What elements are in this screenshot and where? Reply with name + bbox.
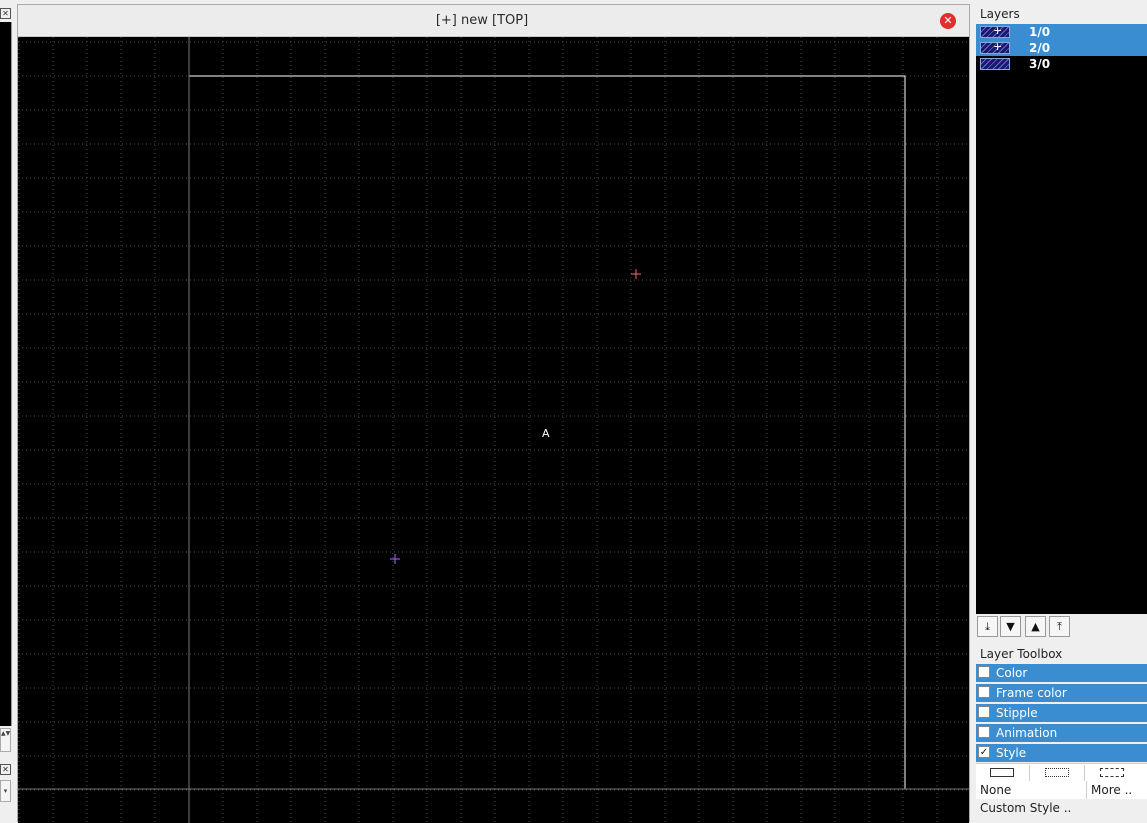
layout-canvas[interactable]: A bbox=[18, 37, 969, 823]
custom-style-button[interactable]: Custom Style .. bbox=[980, 801, 1071, 815]
canvas-drawing: A bbox=[18, 37, 969, 823]
chevron-down-icon[interactable]: ▾ bbox=[0, 780, 11, 802]
move-to-top-button[interactable]: ⤒ bbox=[1049, 616, 1070, 637]
left-dock-strip: ✕ ▲▼ ✕ ▾ bbox=[0, 0, 17, 822]
section-label: Color bbox=[996, 666, 1028, 680]
left-dock-panel bbox=[0, 22, 12, 726]
red-marker-icon bbox=[631, 269, 641, 279]
view-tab-bar: [+] new [TOP] ✕ bbox=[18, 5, 969, 37]
grid bbox=[18, 37, 969, 823]
checkbox[interactable] bbox=[978, 706, 990, 718]
section-label: Animation bbox=[996, 726, 1058, 740]
solid-frame-option[interactable] bbox=[976, 765, 1030, 781]
toolbox-section-animation[interactable]: Animation bbox=[976, 724, 1147, 742]
section-label: Style bbox=[996, 746, 1027, 760]
layers-panel-title: Layers bbox=[980, 7, 1020, 21]
toolbox-section-color[interactable]: Color bbox=[976, 664, 1147, 682]
dashed-frame-option[interactable] bbox=[1086, 765, 1140, 781]
frame-style-picker bbox=[976, 763, 1147, 782]
right-dock-panel: Layers + 1/0 + 2/0 3/0 ⤓ ▼ ▲ ⤒ Layer Too… bbox=[976, 4, 1147, 822]
layer-pattern-icon: + bbox=[980, 24, 1010, 38]
checkmark-icon[interactable]: ✓ bbox=[978, 746, 990, 758]
close-tab-icon[interactable]: ✕ bbox=[940, 13, 956, 29]
layer-row[interactable]: + 2/0 bbox=[976, 40, 1147, 56]
spinbox-arrows-icon[interactable]: ▲▼ bbox=[0, 728, 11, 752]
move-down-button[interactable]: ▼ bbox=[1000, 616, 1021, 637]
layer-toolbox-title: Layer Toolbox bbox=[980, 647, 1063, 661]
close-icon[interactable]: ✕ bbox=[0, 764, 11, 775]
dotted-frame-option[interactable] bbox=[1031, 765, 1085, 781]
layer-pattern-icon bbox=[980, 58, 1010, 70]
move-up-button[interactable]: ▲ bbox=[1025, 616, 1046, 637]
layout-view-panel: [+] new [TOP] ✕ A bbox=[17, 4, 970, 823]
layer-name: 1/0 bbox=[1029, 25, 1051, 39]
toolbox-section-style[interactable]: ✓ Style bbox=[976, 744, 1147, 762]
view-tab-title[interactable]: [+] new [TOP] bbox=[18, 5, 946, 36]
style-none-button[interactable]: None bbox=[980, 781, 1011, 799]
canvas-text-label: A bbox=[542, 427, 550, 440]
layer-name: 3/0 bbox=[1029, 57, 1051, 71]
layer-pattern-icon: + bbox=[980, 40, 1010, 54]
move-to-bottom-button[interactable]: ⤓ bbox=[977, 616, 998, 637]
style-more-button[interactable]: More .. bbox=[1086, 781, 1147, 799]
checkbox[interactable] bbox=[978, 686, 990, 698]
checkbox[interactable] bbox=[978, 666, 990, 678]
purple-marker-icon bbox=[390, 554, 400, 564]
close-icon[interactable]: ✕ bbox=[0, 8, 11, 19]
style-options-row: None More .. bbox=[976, 781, 1147, 799]
layer-row[interactable]: 3/0 bbox=[976, 56, 1147, 72]
checkbox[interactable] bbox=[978, 726, 990, 738]
layer-name: 2/0 bbox=[1029, 41, 1051, 55]
section-label: Frame color bbox=[996, 686, 1067, 700]
layer-row[interactable]: + 1/0 bbox=[976, 24, 1147, 40]
section-label: Stipple bbox=[996, 706, 1038, 720]
toolbox-section-stipple[interactable]: Stipple bbox=[976, 704, 1147, 722]
layers-list[interactable]: + 1/0 + 2/0 3/0 bbox=[976, 24, 1147, 614]
toolbox-section-frame-color[interactable]: Frame color bbox=[976, 684, 1147, 702]
